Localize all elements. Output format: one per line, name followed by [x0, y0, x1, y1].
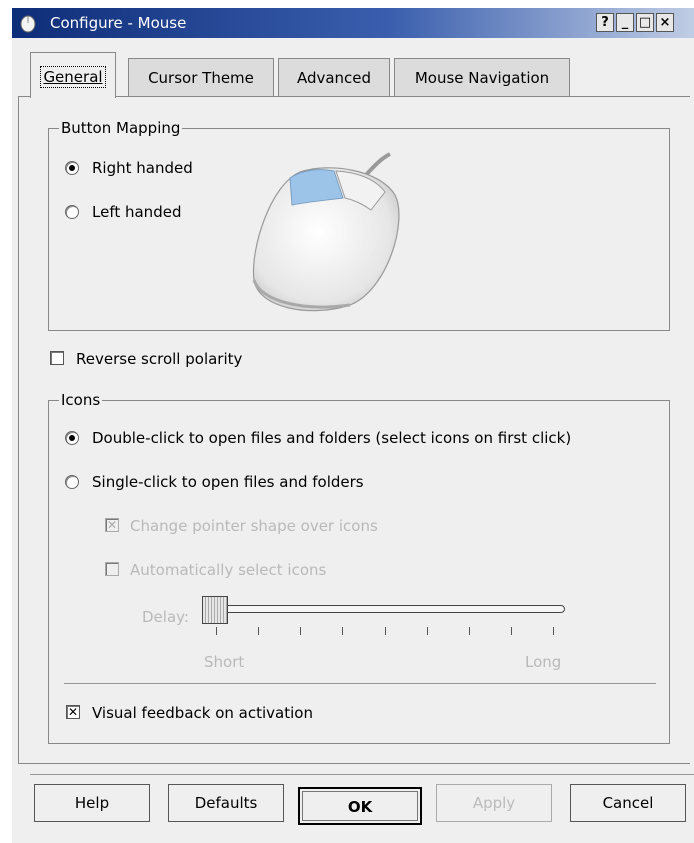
tab-advanced-label: Advanced — [296, 69, 372, 87]
help-title-button[interactable]: ? — [596, 13, 614, 32]
change-pointer-checkbox[interactable]: ✕ — [105, 518, 119, 532]
visual-feedback-checkbox[interactable]: ✕ — [66, 705, 80, 719]
change-pointer-label[interactable]: Change pointer shape over icons — [130, 517, 378, 535]
tab-mouse-navigation[interactable]: Mouse Navigation — [394, 58, 570, 96]
minimize-button[interactable]: _ — [616, 13, 634, 32]
tab-general[interactable]: General — [30, 52, 116, 98]
help-button[interactable]: Help — [34, 784, 150, 822]
slider-tick — [427, 627, 428, 635]
slider-tick — [216, 627, 217, 635]
slider-tick — [553, 627, 554, 635]
apply-button[interactable]: Apply — [436, 784, 552, 822]
double-click-radio[interactable] — [65, 431, 79, 445]
mouse-app-icon — [20, 15, 36, 33]
left-handed-label[interactable]: Left handed — [92, 203, 181, 221]
double-click-label[interactable]: Double-click to open files and folders (… — [92, 429, 571, 447]
delay-slider-handle[interactable] — [202, 596, 228, 624]
title-bar[interactable]: Configure - Mouse ? _ □ × — [12, 8, 694, 38]
slider-tick — [342, 627, 343, 635]
icons-legend: Icons — [59, 391, 103, 409]
tab-cursor-theme[interactable]: Cursor Theme — [128, 58, 274, 96]
auto-select-checkbox[interactable] — [105, 562, 119, 576]
auto-select-label[interactable]: Automatically select icons — [130, 561, 326, 579]
single-click-label[interactable]: Single-click to open files and folders — [92, 473, 364, 491]
bottom-separator — [30, 774, 694, 775]
close-button[interactable]: × — [656, 13, 674, 32]
left-handed-radio[interactable] — [65, 205, 79, 219]
cancel-button[interactable]: Cancel — [570, 784, 686, 822]
right-handed-radio[interactable] — [65, 161, 79, 175]
slider-tick — [385, 627, 386, 635]
mouse-illustration — [252, 152, 400, 312]
delay-label: Delay: — [142, 608, 189, 626]
delay-slider-track[interactable] — [215, 605, 565, 613]
window-title: Configure - Mouse — [50, 14, 187, 32]
tab-mouse-navigation-label: Mouse Navigation — [414, 69, 550, 87]
right-handed-label[interactable]: Right handed — [92, 159, 193, 177]
reverse-scroll-label[interactable]: Reverse scroll polarity — [76, 350, 242, 368]
tab-general-label: General — [43, 68, 103, 86]
button-mapping-legend: Button Mapping — [59, 119, 183, 137]
reverse-scroll-checkbox[interactable] — [50, 351, 64, 365]
tab-cursor-theme-label: Cursor Theme — [148, 69, 254, 87]
icons-separator — [64, 683, 656, 684]
slider-tick — [511, 627, 512, 635]
defaults-button[interactable]: Defaults — [168, 784, 284, 822]
tab-advanced[interactable]: Advanced — [278, 58, 390, 96]
ok-button[interactable]: OK — [298, 787, 422, 825]
slider-tick — [300, 627, 301, 635]
slider-tick — [469, 627, 470, 635]
slider-tick — [258, 627, 259, 635]
visual-feedback-label[interactable]: Visual feedback on activation — [92, 704, 313, 722]
delay-short-label: Short — [204, 653, 245, 671]
single-click-radio[interactable] — [65, 475, 79, 489]
delay-long-label: Long — [525, 653, 562, 671]
maximize-button[interactable]: □ — [636, 13, 654, 32]
